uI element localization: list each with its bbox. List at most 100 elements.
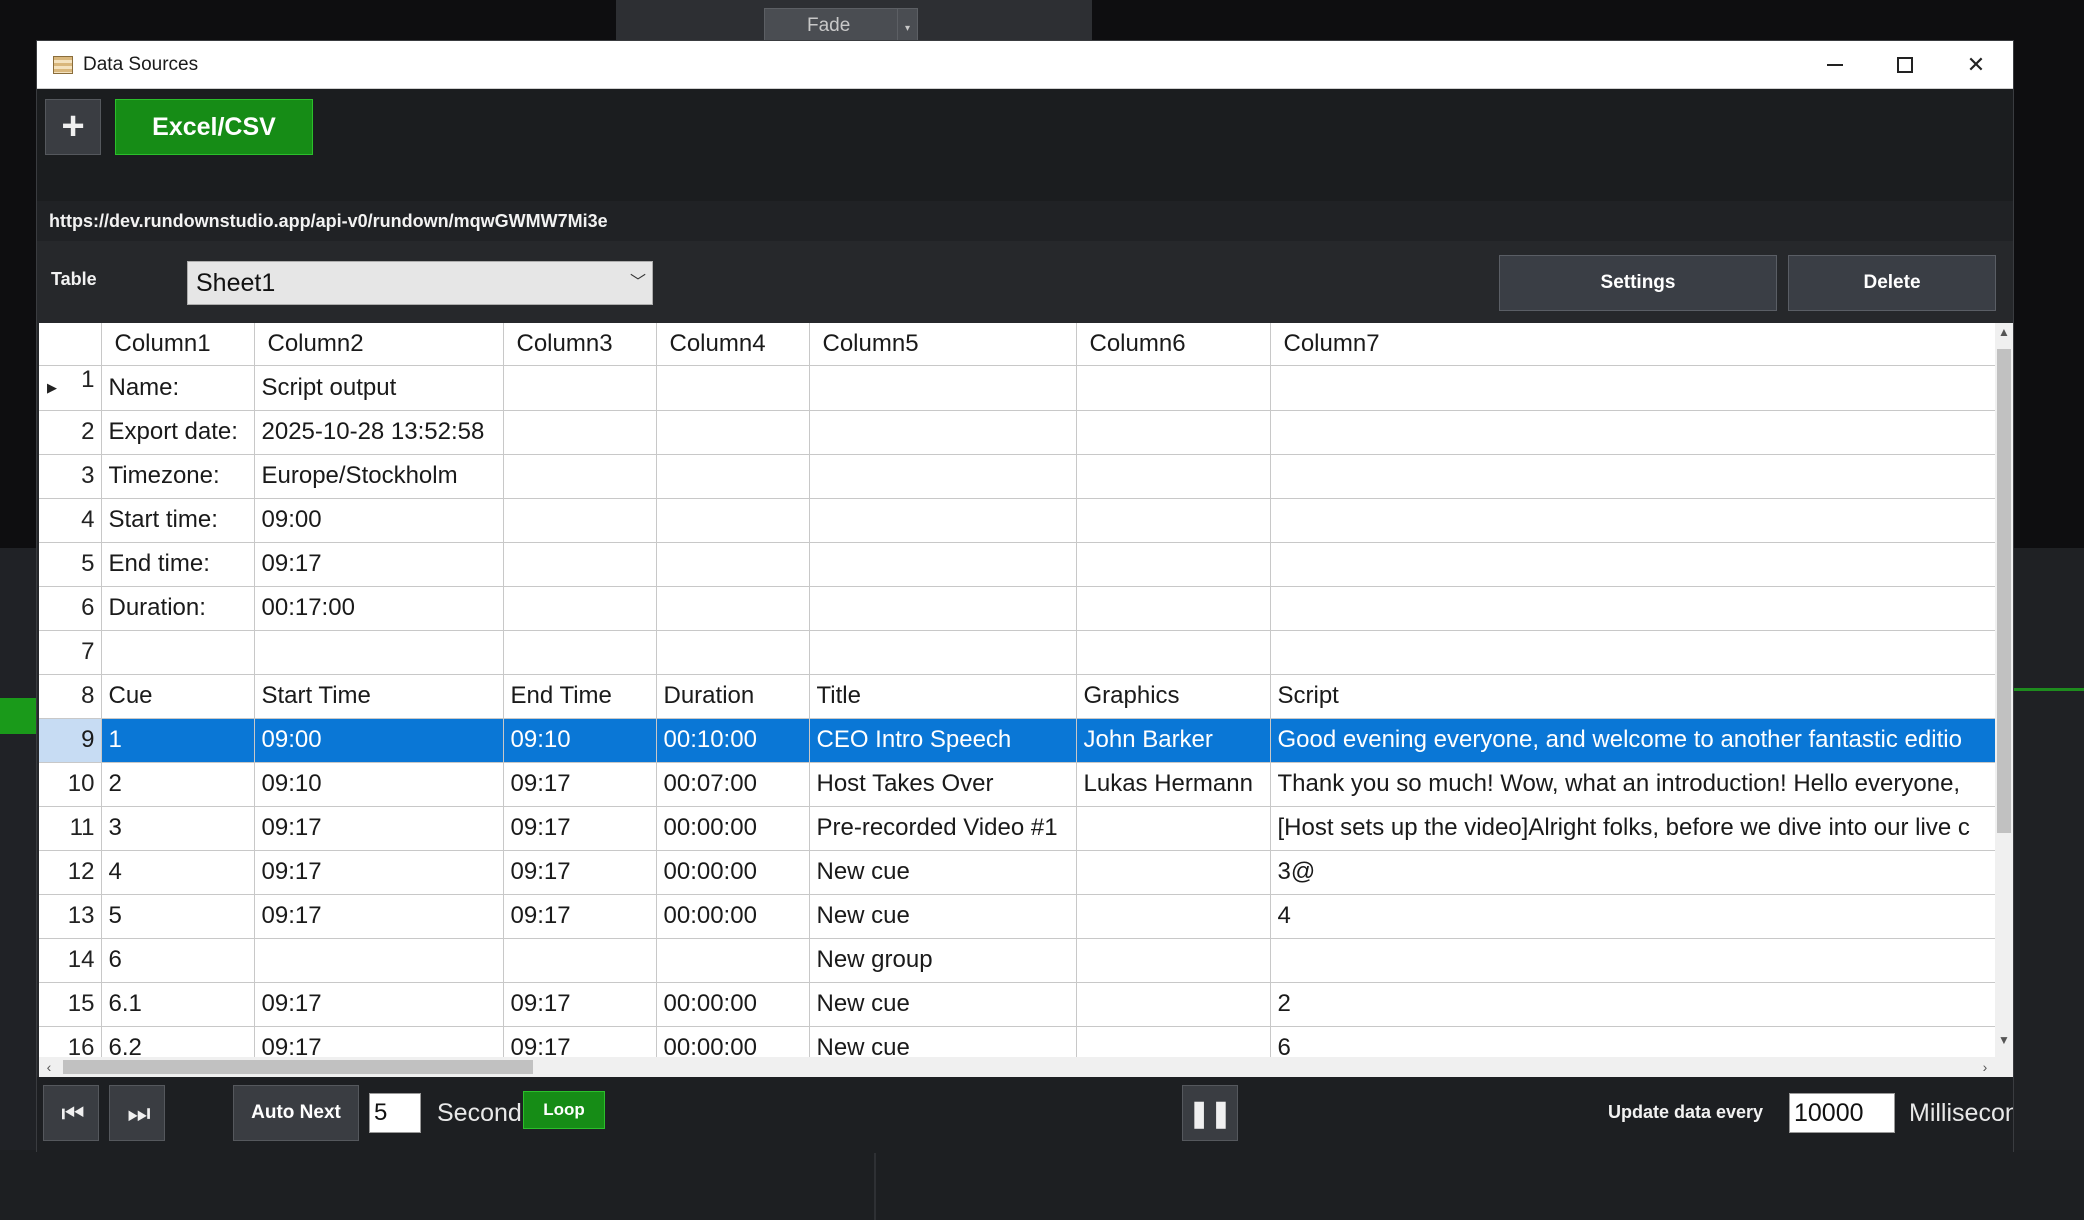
sheet-select[interactable]: Sheet1 ﹀: [187, 261, 653, 305]
table-cell[interactable]: [656, 586, 810, 631]
table-cell[interactable]: [809, 410, 1077, 455]
title-bar[interactable]: Data Sources ✕: [37, 41, 2013, 89]
settings-button[interactable]: Settings: [1499, 255, 1777, 311]
table-cell[interactable]: 09:00: [254, 498, 504, 543]
table-cell[interactable]: [101, 630, 255, 675]
column-header[interactable]: Column4: [656, 323, 810, 366]
table-cell[interactable]: Pre-recorded Video #1: [809, 806, 1077, 851]
next-button[interactable]: ⏭: [109, 1085, 165, 1141]
table-cell[interactable]: [503, 365, 657, 411]
table-cell[interactable]: 5: [101, 894, 255, 939]
table-cell[interactable]: [1076, 806, 1271, 851]
table-cell[interactable]: Lukas Hermann: [1076, 762, 1271, 807]
table-cell[interactable]: New cue: [809, 894, 1077, 939]
table-cell[interactable]: [1076, 542, 1271, 587]
table-cell[interactable]: [809, 542, 1077, 587]
table-cell[interactable]: Timezone:: [101, 454, 255, 499]
table-cell[interactable]: [656, 410, 810, 455]
table-cell[interactable]: 09:17: [503, 982, 657, 1027]
table-cell[interactable]: [809, 454, 1077, 499]
table-cell[interactable]: [503, 938, 657, 983]
table-cell[interactable]: [656, 938, 810, 983]
table-row[interactable]: 11 3 09:17 09:17 00:00:00 Pre-recorded Video …: [39, 806, 1996, 851]
table-cell[interactable]: [1270, 542, 1996, 587]
table-cell[interactable]: Graphics: [1076, 674, 1271, 719]
table-cell[interactable]: [503, 630, 657, 675]
table-row[interactable]: 12 4 09:17 09:17 00:00:00 New cue 3@: [39, 850, 1996, 895]
add-source-button[interactable]: +: [45, 99, 101, 155]
table-cell[interactable]: [1270, 498, 1996, 543]
column-header[interactable]: Column1: [101, 323, 255, 366]
previous-button[interactable]: ⏮: [43, 1085, 99, 1141]
update-interval-input[interactable]: 10000: [1789, 1093, 1895, 1133]
table-cell[interactable]: Start time:: [101, 498, 255, 543]
seconds-input[interactable]: 5: [369, 1093, 421, 1133]
table-cell[interactable]: 3@: [1270, 850, 1996, 895]
table-cell[interactable]: 00:00:00: [656, 982, 810, 1027]
table-row[interactable]: 6 Duration: 00:17:00: [39, 586, 1996, 631]
table-cell[interactable]: [Host sets up the video]Alright folks, b…: [1270, 806, 1996, 851]
vertical-scroll-thumb[interactable]: [1997, 349, 2011, 833]
horizontal-scrollbar[interactable]: ‹ ›: [39, 1057, 1995, 1077]
column-header[interactable]: Column3: [503, 323, 657, 366]
table-cell[interactable]: 09:17: [503, 762, 657, 807]
table-cell[interactable]: [809, 498, 1077, 543]
table-cell[interactable]: Host Takes Over: [809, 762, 1077, 807]
table-cell[interactable]: 00:00:00: [656, 806, 810, 851]
table-cell[interactable]: [503, 454, 657, 499]
table-cell[interactable]: 09:10: [254, 762, 504, 807]
loop-button[interactable]: Loop: [523, 1091, 605, 1129]
table-cell[interactable]: 2025-10-28 13:52:58: [254, 410, 504, 455]
table-row[interactable]: 5 End time: 09:17: [39, 542, 1996, 587]
table-row[interactable]: 2 Export date: 2025-10-28 13:52:58: [39, 410, 1996, 455]
table-cell[interactable]: 09:17: [254, 850, 504, 895]
table-cell[interactable]: 2: [101, 762, 255, 807]
column-header[interactable]: Column5: [809, 323, 1077, 366]
table-row[interactable]: ▶ 1 Name: Script output: [39, 365, 1996, 411]
table-cell[interactable]: [656, 542, 810, 587]
table-cell[interactable]: [809, 365, 1077, 411]
row-header[interactable]: 14: [39, 938, 102, 983]
row-header[interactable]: 6: [39, 586, 102, 631]
maximize-button[interactable]: [1870, 41, 1940, 89]
table-cell[interactable]: [1076, 938, 1271, 983]
table-cell[interactable]: [1076, 894, 1271, 939]
table-cell[interactable]: [1076, 982, 1271, 1027]
close-button[interactable]: ✕: [1941, 41, 2011, 89]
table-cell[interactable]: [1076, 850, 1271, 895]
table-cell[interactable]: 09:17: [503, 806, 657, 851]
table-cell[interactable]: 09:00: [254, 718, 504, 763]
table-row[interactable]: 7: [39, 630, 1996, 675]
fade-transition-button[interactable]: Fade ▾: [764, 8, 918, 42]
table-cell[interactable]: Start Time: [254, 674, 504, 719]
column-header[interactable]: Column6: [1076, 323, 1271, 366]
table-cell[interactable]: 3: [101, 806, 255, 851]
chevron-down-icon[interactable]: ▾: [897, 9, 917, 41]
table-cell[interactable]: Title: [809, 674, 1077, 719]
table-cell[interactable]: [503, 586, 657, 631]
table-cell[interactable]: [1076, 454, 1271, 499]
table-cell[interactable]: [656, 365, 810, 411]
table-cell[interactable]: Thank you so much! Wow, what an introduc…: [1270, 762, 1996, 807]
table-cell[interactable]: 09:17: [254, 982, 504, 1027]
table-row[interactable]: 13 5 09:17 09:17 00:00:00 New cue 4: [39, 894, 1996, 939]
scroll-down-icon[interactable]: ▼: [1995, 1033, 2013, 1053]
table-row[interactable]: 10 2 09:10 09:17 00:07:00 Host Takes Over Luka…: [39, 762, 1996, 807]
table-cell[interactable]: [254, 630, 504, 675]
table-cell[interactable]: Duration: [656, 674, 810, 719]
table-cell[interactable]: End time:: [101, 542, 255, 587]
table-cell[interactable]: 00:00:00: [656, 894, 810, 939]
table-cell[interactable]: Europe/Stockholm: [254, 454, 504, 499]
auto-next-button[interactable]: Auto Next: [233, 1085, 359, 1141]
table-cell[interactable]: [1076, 365, 1271, 411]
table-row[interactable]: 15 6.1 09:17 09:17 00:00:00 New cue 2: [39, 982, 1996, 1027]
scroll-up-icon[interactable]: ▲: [1995, 325, 2013, 345]
row-header[interactable]: 11: [39, 806, 102, 851]
row-header[interactable]: 13: [39, 894, 102, 939]
scroll-left-icon[interactable]: ‹: [39, 1057, 59, 1077]
row-header[interactable]: 4: [39, 498, 102, 543]
table-cell[interactable]: 09:17: [254, 542, 504, 587]
table-cell[interactable]: [1270, 410, 1996, 455]
table-cell[interactable]: 4: [101, 850, 255, 895]
table-cell[interactable]: 4: [1270, 894, 1996, 939]
